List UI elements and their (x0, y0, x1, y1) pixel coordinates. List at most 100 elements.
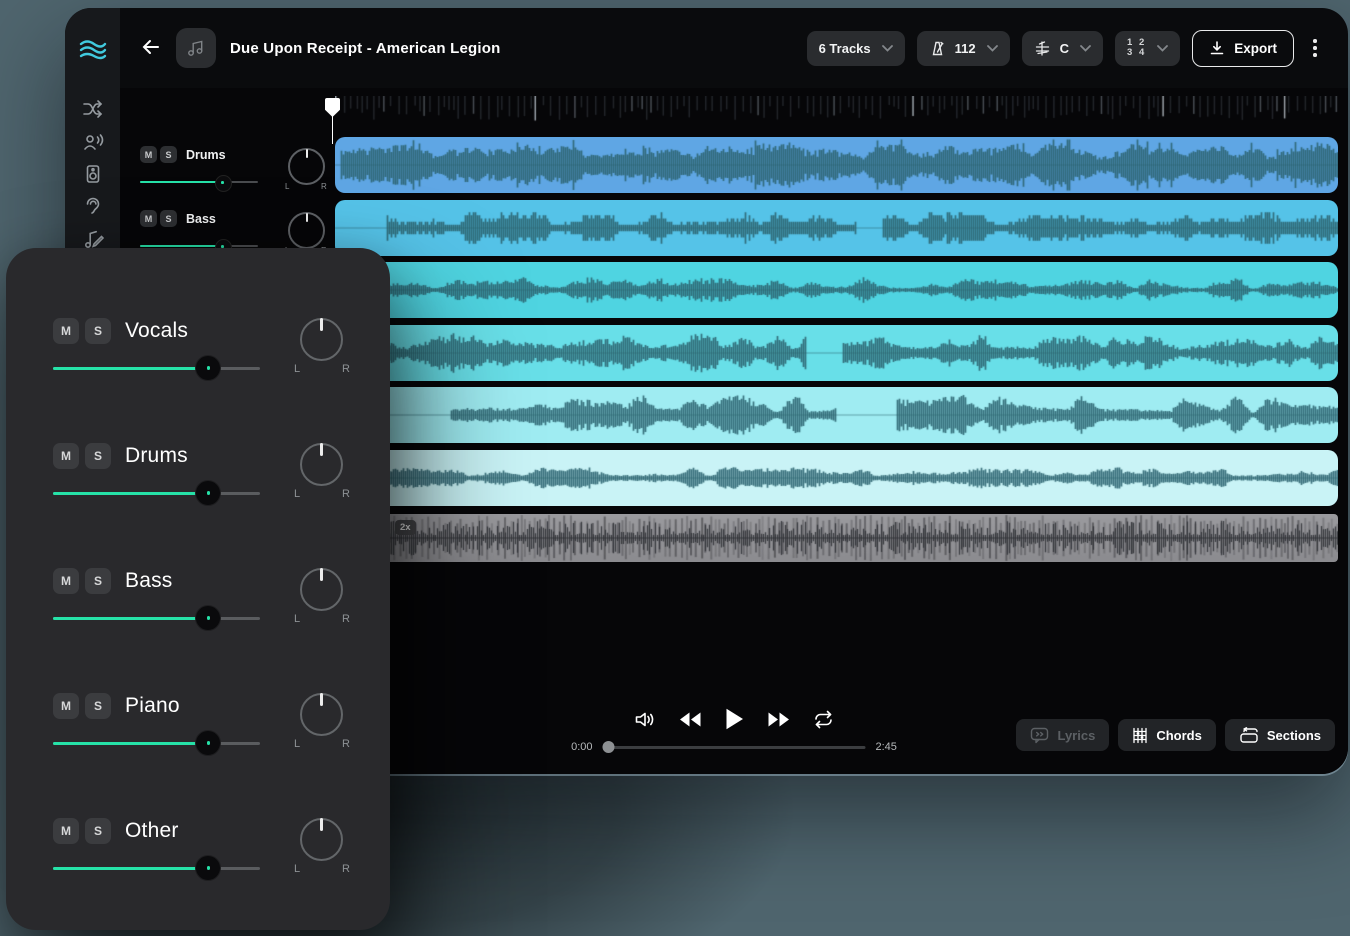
fast-forward-icon (767, 712, 790, 727)
volume-slider[interactable] (53, 855, 260, 881)
loop-button[interactable] (813, 710, 834, 729)
waveform-track[interactable] (335, 137, 1338, 193)
pan-tick (320, 568, 323, 581)
pan-right-label: R (342, 488, 350, 500)
seek-bar-group: 0:00 2:45 (567, 740, 902, 754)
app-logo-icon[interactable] (79, 38, 107, 62)
waveform-track[interactable] (335, 200, 1338, 256)
waveform (335, 262, 1338, 318)
play-button[interactable] (725, 708, 744, 730)
tempo-value: 112 (955, 41, 976, 56)
solo-button[interactable]: S (85, 818, 111, 844)
seek-bar[interactable] (603, 740, 866, 754)
mute-button[interactable]: M (53, 818, 79, 844)
waveform-track[interactable] (335, 262, 1338, 318)
download-icon (1209, 40, 1225, 56)
lyrics-button[interactable]: Lyrics (1016, 719, 1109, 751)
arrow-left-icon (139, 35, 163, 59)
volume-slider[interactable] (53, 730, 260, 756)
chevron-down-icon (882, 45, 893, 52)
rewind-button[interactable] (679, 712, 702, 727)
pan-knob[interactable]: L R (300, 693, 343, 736)
slider-fill (53, 617, 208, 620)
pan-left-label: L (294, 613, 300, 625)
solo-button[interactable]: S (85, 443, 111, 469)
back-button[interactable] (138, 35, 164, 61)
pan-right-label: R (342, 363, 350, 375)
export-button[interactable]: Export (1192, 30, 1294, 67)
solo-button[interactable]: S (85, 568, 111, 594)
sections-button[interactable]: Sections (1225, 719, 1335, 751)
pan-left-label: L (294, 863, 300, 875)
overview-strip[interactable]: 2x (335, 514, 1338, 562)
mixer-row-other: M S Other L R (53, 810, 353, 902)
lyrics-label: Lyrics (1057, 728, 1095, 743)
stem-name: Other (125, 819, 179, 843)
speaker-icon (634, 710, 656, 729)
solo-button[interactable]: S (85, 318, 111, 344)
tracks-dropdown[interactable]: 6 Tracks (807, 31, 905, 66)
song-artwork (176, 28, 216, 68)
volume-slider[interactable] (53, 605, 260, 631)
chevron-down-icon (987, 45, 998, 52)
seek-rail (603, 746, 866, 750)
volume-knob[interactable] (195, 855, 221, 881)
key-dropdown[interactable]: C (1022, 31, 1103, 66)
more-options-button[interactable] (1306, 36, 1324, 60)
page: Due Upon Receipt - American Legion 6 Tra… (0, 0, 1350, 936)
chords-button[interactable]: Chords (1118, 719, 1216, 751)
mixer-panel: M S Vocals L R M S Drums (6, 248, 390, 930)
pan-left-label: L (294, 363, 300, 375)
time-signature-value: 1 2 3 4 (1127, 38, 1146, 58)
topbar-controls: 6 Tracks 112 C (807, 30, 1324, 67)
volume-knob[interactable] (195, 730, 221, 756)
volume-knob[interactable] (195, 605, 221, 631)
pan-knob[interactable]: L R (300, 568, 343, 611)
song-title: Due Upon Receipt - American Legion (230, 40, 500, 57)
pan-knob[interactable]: L R (300, 818, 343, 861)
lyrics-edit-icon[interactable] (82, 228, 104, 250)
waveform (335, 387, 1338, 443)
voice-icon[interactable] (82, 131, 104, 153)
waveform-track[interactable] (335, 325, 1338, 381)
topbar: Due Upon Receipt - American Legion 6 Tra… (120, 8, 1348, 88)
seek-handle[interactable] (603, 741, 615, 753)
split-stems-icon[interactable] (82, 98, 104, 120)
key-icon (1034, 40, 1051, 57)
volume-slider[interactable] (53, 480, 260, 506)
lyrics-icon (1030, 727, 1049, 744)
key-value: C (1060, 41, 1069, 56)
volume-button[interactable] (634, 710, 656, 729)
chevron-down-icon (1157, 45, 1168, 52)
pan-knob[interactable]: L R (300, 318, 343, 361)
solo-button[interactable]: S (85, 693, 111, 719)
mixer-row-piano: M S Piano L R (53, 685, 353, 777)
view-toggles: Lyrics Chords (1016, 719, 1335, 751)
volume-knob[interactable] (195, 355, 221, 381)
waveform (335, 325, 1338, 381)
overview-waveform (335, 514, 1338, 562)
pan-tick (320, 693, 323, 706)
metronome-speaker-icon[interactable] (82, 163, 104, 185)
mute-button[interactable]: M (53, 568, 79, 594)
pan-tick (320, 443, 323, 456)
export-label: Export (1234, 41, 1277, 56)
fast-forward-button[interactable] (767, 712, 790, 727)
play-icon (725, 708, 744, 730)
ear-icon[interactable] (82, 195, 104, 217)
pan-right-label: R (342, 738, 350, 750)
mute-button[interactable]: M (53, 443, 79, 469)
stem-name: Bass (125, 569, 173, 593)
pan-knob[interactable]: L R (300, 443, 343, 486)
mixer-row-vocals: M S Vocals L R (53, 310, 353, 402)
waveform-track[interactable] (335, 450, 1338, 506)
volume-slider[interactable] (53, 355, 260, 381)
mute-button[interactable]: M (53, 318, 79, 344)
volume-knob[interactable] (195, 480, 221, 506)
mute-button[interactable]: M (53, 693, 79, 719)
waveform-track[interactable] (335, 387, 1338, 443)
time-signature-dropdown[interactable]: 1 2 3 4 (1115, 31, 1180, 66)
loop-icon (813, 710, 834, 729)
tempo-dropdown[interactable]: 112 (917, 31, 1010, 66)
pan-tick (320, 318, 323, 331)
